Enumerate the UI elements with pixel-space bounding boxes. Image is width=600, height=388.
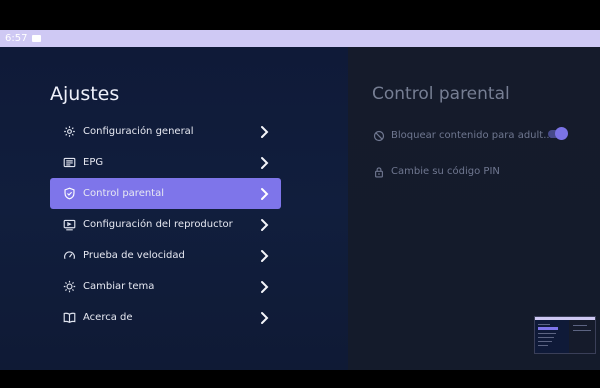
thumbnail-line xyxy=(538,341,552,342)
settings-sidebar: Ajustes Configuración general EPG Contro… xyxy=(0,47,348,370)
block-adult-content-row[interactable]: Bloquear contenido para adult... xyxy=(372,127,568,142)
block-adult-content-label: Bloquear contenido para adult... xyxy=(391,130,553,141)
menu-label: Configuración general xyxy=(83,126,194,137)
chevron-right-icon xyxy=(261,280,269,293)
menu-label: EPG xyxy=(83,157,104,168)
pin-lock-icon xyxy=(372,165,385,178)
shield-check-icon xyxy=(62,187,76,201)
change-pin-label: Cambie su código PIN xyxy=(391,166,500,177)
toggle-knob xyxy=(555,127,568,140)
menu-item-configuracion-reproductor[interactable]: Configuración del reproductor xyxy=(50,209,281,240)
menu-label: Control parental xyxy=(83,188,165,199)
menu-label: Acerca de xyxy=(83,312,133,323)
thumbnail-line xyxy=(538,337,554,338)
speedometer-icon xyxy=(62,249,76,263)
settings-gear-icon xyxy=(62,125,76,139)
sun-theme-icon xyxy=(62,280,76,294)
menu-label: Configuración del reproductor xyxy=(83,219,233,230)
status-time: 6:57 xyxy=(5,33,28,44)
book-open-icon xyxy=(62,311,76,325)
screen-preview-thumbnail xyxy=(534,316,596,354)
menu-item-acerca-de[interactable]: Acerca de xyxy=(50,302,281,333)
menu-item-control-parental[interactable]: Control parental xyxy=(50,178,281,209)
chevron-right-icon xyxy=(261,187,269,200)
top-black-bar xyxy=(0,0,600,30)
menu-label: Prueba de velocidad xyxy=(83,250,185,261)
thumbnail-line xyxy=(538,333,556,334)
menu-item-cambiar-tema[interactable]: Cambiar tema xyxy=(50,271,281,302)
epg-guide-icon xyxy=(62,156,76,170)
menu-item-prueba-velocidad[interactable]: Prueba de velocidad xyxy=(50,240,281,271)
block-adult-content-toggle[interactable] xyxy=(548,127,568,140)
detail-title: Control parental xyxy=(372,84,510,104)
settings-screen: Ajustes Configuración general EPG Contro… xyxy=(0,47,600,370)
thumbnail-active-item xyxy=(538,327,558,330)
chevron-right-icon xyxy=(261,249,269,262)
notification-icon xyxy=(32,35,42,42)
thumbnail-line xyxy=(538,345,548,346)
page-title: Ajustes xyxy=(50,83,120,105)
menu-label: Cambiar tema xyxy=(83,281,155,292)
menu-item-epg[interactable]: EPG xyxy=(50,147,281,178)
chevron-right-icon xyxy=(261,311,269,324)
chevron-right-icon xyxy=(261,218,269,231)
change-pin-row[interactable]: Cambie su código PIN xyxy=(372,165,500,178)
menu-item-configuracion-general[interactable]: Configuración general xyxy=(50,116,281,147)
chevron-right-icon xyxy=(261,156,269,169)
thumbnail-line xyxy=(573,330,591,331)
thumbnail-line xyxy=(538,324,550,325)
settings-menu: Configuración general EPG Control parent… xyxy=(50,116,281,333)
player-settings-icon xyxy=(62,218,76,232)
status-bar: 6:57 xyxy=(0,30,600,47)
thumbnail-line xyxy=(573,325,587,326)
chevron-right-icon xyxy=(261,125,269,138)
bottom-black-bar xyxy=(0,370,600,388)
block-icon xyxy=(372,129,385,142)
